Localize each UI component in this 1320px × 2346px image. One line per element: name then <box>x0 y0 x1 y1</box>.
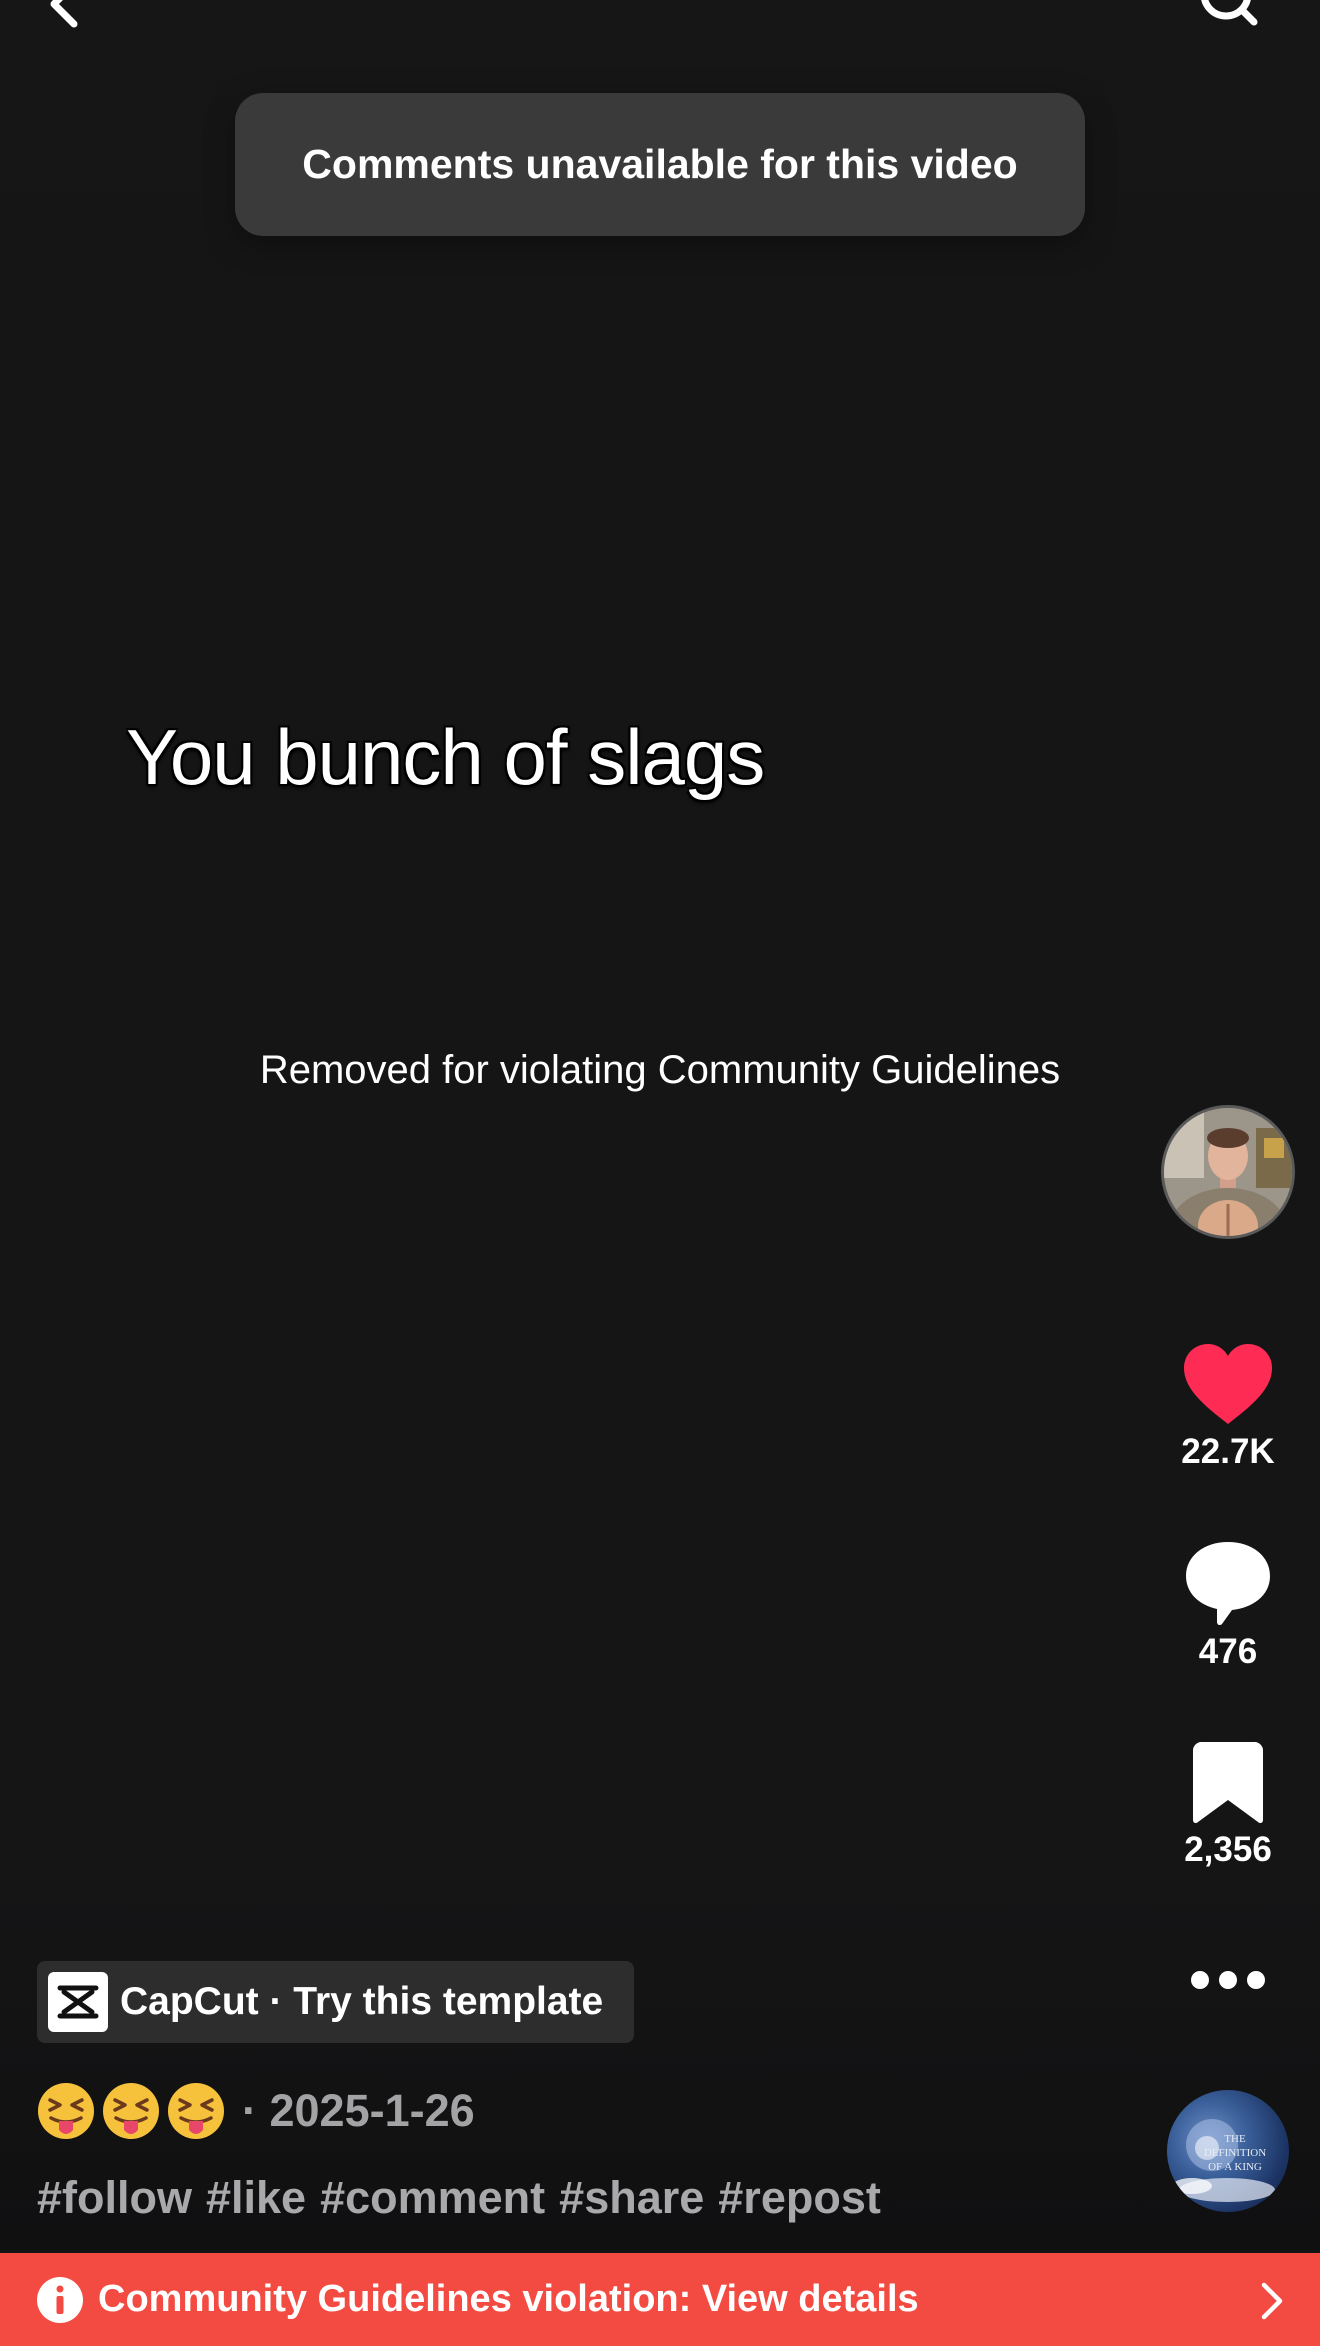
search-button[interactable] <box>1190 0 1262 32</box>
sound-disc-label: THE DEFINITION OF A KING <box>1203 2133 1267 2173</box>
save-count: 2,356 <box>1184 1830 1272 1869</box>
hashtag-repost[interactable]: #repost <box>718 2172 881 2223</box>
toast-message: Comments unavailable for this video <box>302 141 1018 187</box>
comment-count: 476 <box>1198 1632 1258 1671</box>
hashtag-list: #follow #like #comment #share #repost <box>37 2172 895 2224</box>
post-date: · 2025-1-26 <box>242 2085 475 2136</box>
violation-banner-text: Community Guidelines violation: View det… <box>98 2278 919 2320</box>
more-dots-icon <box>1191 1971 1265 1989</box>
bookmark-icon <box>1193 1742 1263 1824</box>
hashtag-like[interactable]: #like <box>206 2172 306 2223</box>
heart-icon <box>1184 1344 1272 1424</box>
like-button[interactable]: 22.7K <box>1160 1342 1296 1472</box>
info-icon <box>37 2276 83 2323</box>
more-options-button[interactable] <box>1160 1945 1296 2015</box>
hashtag-share[interactable]: #share <box>559 2172 704 2223</box>
video-screen: Comments unavailable for this video You … <box>0 0 1320 2346</box>
search-icon <box>1201 0 1258 26</box>
video-overlay-caption: You bunch of slags <box>126 713 765 801</box>
chevron-right-icon <box>1261 2282 1283 2320</box>
comments-unavailable-toast: Comments unavailable for this video <box>235 93 1085 236</box>
avatar-image <box>1164 1108 1292 1236</box>
creator-avatar[interactable] <box>1161 1105 1295 1239</box>
capcut-label: CapCut · Try this template <box>120 1980 604 2023</box>
squinting-tongue-emoji-2 <box>103 2083 159 2139</box>
favorite-button[interactable]: 2,356 <box>1160 1740 1296 1870</box>
comment-bubble-icon <box>1186 1542 1270 1626</box>
squinting-tongue-emoji-1 <box>38 2083 94 2139</box>
squinting-tongue-emoji-3 <box>168 2083 224 2139</box>
post-description: · 2025-1-26 <box>37 2078 475 2144</box>
comment-button[interactable]: 476 <box>1160 1540 1296 1672</box>
back-chevron-icon <box>50 0 78 28</box>
hashtag-comment[interactable]: #comment <box>320 2172 545 2223</box>
removed-notice: Removed for violating Community Guidelin… <box>259 1048 1061 1092</box>
back-button[interactable] <box>40 0 100 30</box>
sound-disc[interactable]: THE DEFINITION OF A KING <box>1167 2090 1289 2212</box>
capcut-template-button[interactable]: CapCut · Try this template <box>37 1961 634 2043</box>
like-count: 22.7K <box>1181 1432 1275 1471</box>
capcut-logo-icon <box>48 1972 108 2032</box>
hashtag-follow[interactable]: #follow <box>37 2172 192 2223</box>
guidelines-violation-banner[interactable]: Community Guidelines violation: View det… <box>0 2253 1320 2346</box>
